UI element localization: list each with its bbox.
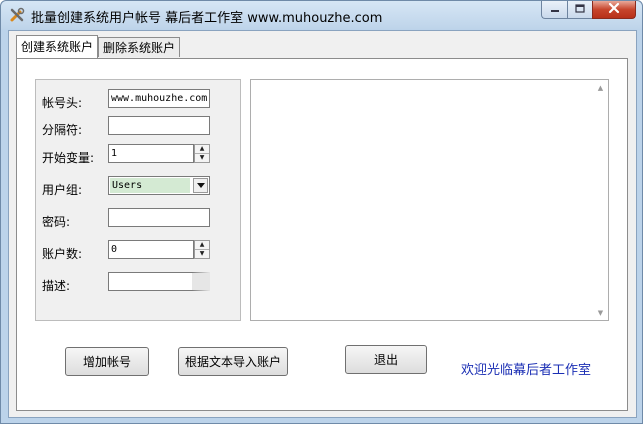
account-count-label: 账户数: (42, 247, 83, 261)
close-icon (608, 2, 620, 17)
import-from-text-button[interactable]: 根据文本导入账户 (178, 347, 288, 376)
title-bar[interactable]: 批量创建系统用户帐号 幕后者工作室 www.muhouzhe.com (1, 1, 642, 29)
account-prefix-label: 帐号头: (42, 96, 83, 110)
maximize-button[interactable] (567, 1, 592, 19)
maximize-icon (575, 3, 585, 17)
tab-strip: 创建系统账户 删除系统账户 (16, 35, 181, 59)
start-var-input[interactable]: 1 (108, 144, 194, 163)
account-prefix-input[interactable]: www.muhouzhe.com (108, 89, 210, 108)
minimize-icon (550, 3, 560, 17)
password-label: 密码: (42, 215, 71, 229)
client-area: 创建系统账户 删除系统账户 帐号头: www.muhouzhe.com 分隔符:… (8, 30, 637, 418)
account-count-stepper[interactable]: ▲ ▼ (194, 240, 210, 259)
output-text-area[interactable]: ▲ ▼ (250, 79, 609, 321)
window-title: 批量创建系统用户帐号 幕后者工作室 www.muhouzhe.com (31, 11, 383, 26)
start-var-label: 开始变量: (42, 151, 95, 165)
password-input[interactable] (108, 208, 210, 227)
account-settings-group: 帐号头: www.muhouzhe.com 分隔符: 开始变量: 1 ▲ ▼ 用… (35, 79, 241, 321)
start-var-stepper[interactable]: ▲ ▼ (194, 144, 210, 163)
add-account-button[interactable]: 增加帐号 (65, 347, 149, 376)
spin-down-icon[interactable]: ▼ (195, 154, 209, 162)
user-group-label: 用户组: (42, 183, 83, 197)
user-group-value: Users (110, 178, 190, 193)
exit-button[interactable]: 退出 (345, 345, 427, 374)
tab-panel: 帐号头: www.muhouzhe.com 分隔符: 开始变量: 1 ▲ ▼ 用… (16, 58, 628, 411)
tab-create-accounts[interactable]: 创建系统账户 (16, 35, 99, 58)
user-group-select[interactable]: Users (108, 176, 210, 195)
scroll-down-icon[interactable]: ▼ (593, 305, 608, 320)
spin-up-icon[interactable]: ▲ (195, 145, 209, 154)
account-count-input[interactable]: 0 (108, 240, 194, 259)
tools-icon (9, 7, 25, 23)
vertical-scrollbar[interactable]: ▲ ▼ (593, 80, 608, 320)
welcome-text: 欢迎光临幕后者工作室 (461, 363, 592, 378)
close-button[interactable] (592, 1, 636, 19)
tab-delete-accounts[interactable]: 删除系统账户 (98, 37, 181, 57)
window-controls (541, 1, 636, 20)
app-window: 批量创建系统用户帐号 幕后者工作室 www.muhouzhe.com 创建系统账… (0, 0, 643, 424)
scroll-up-icon[interactable]: ▲ (593, 80, 608, 95)
spin-up-icon[interactable]: ▲ (195, 241, 209, 250)
description-input[interactable] (108, 272, 210, 291)
separator-label: 分隔符: (42, 123, 83, 137)
chevron-down-icon[interactable] (193, 178, 208, 193)
minimize-button[interactable] (541, 1, 567, 19)
separator-input[interactable] (108, 116, 210, 135)
description-label: 描述: (42, 279, 71, 293)
spin-down-icon[interactable]: ▼ (195, 250, 209, 258)
